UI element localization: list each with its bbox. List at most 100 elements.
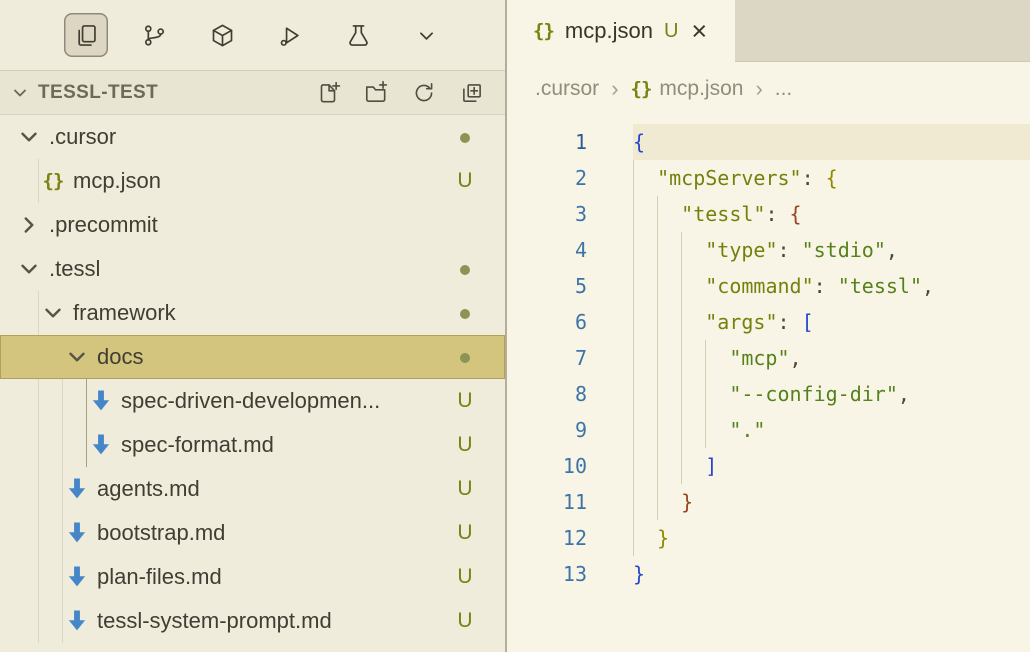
tree-item-agents-md[interactable]: agents.mdU: [0, 467, 505, 511]
indent-guide: [657, 412, 681, 448]
collapse-all-button[interactable]: [459, 80, 485, 106]
line-number: 8: [507, 376, 587, 412]
breadcrumb-separator: ›: [755, 76, 762, 102]
activity-bar: [0, 0, 505, 70]
code-line-11: 11}: [507, 484, 1030, 520]
activity-item-source-control[interactable]: [132, 13, 176, 57]
tree-indent-guide: [38, 555, 39, 599]
token-key: "args": [705, 310, 777, 334]
tree-item-bootstrap-md[interactable]: bootstrap.mdU: [0, 511, 505, 555]
tree-indent-guide: [38, 423, 39, 467]
code-line-content[interactable]: "type": "stdio",: [633, 232, 1030, 268]
code-line-content[interactable]: {: [633, 124, 1030, 160]
activity-item-testing[interactable]: [336, 13, 380, 57]
line-number: 6: [507, 304, 587, 340]
code-line-4: 4"type": "stdio",: [507, 232, 1030, 268]
token-key: "mcpServers": [657, 166, 802, 190]
code-line-content[interactable]: "--config-dir",: [633, 376, 1030, 412]
tree-item-label: spec-driven-developmen...: [121, 388, 449, 414]
tree-indent-guide: [62, 599, 63, 643]
source-control-icon: [141, 22, 168, 49]
explorer-icon: [73, 22, 100, 49]
code-line-content[interactable]: "mcp",: [633, 340, 1030, 376]
code-line-10: 10]: [507, 448, 1030, 484]
breadcrumb-item-[interactable]: ...: [775, 77, 793, 101]
activity-item-run-debug[interactable]: [268, 13, 312, 57]
token-key: "tessl": [681, 202, 765, 226]
modified-dot: [449, 125, 481, 149]
code-line-content[interactable]: ]: [633, 448, 1030, 484]
indent-guide: [633, 412, 657, 448]
indent-guide: [657, 196, 681, 232]
tree-item-label: .cursor: [49, 124, 449, 150]
new-folder-button[interactable]: [363, 80, 389, 106]
git-status-badge: U: [664, 20, 678, 43]
code-line-content[interactable]: "args": [: [633, 304, 1030, 340]
code-editor[interactable]: 1{2"mcpServers": {3"tessl": {4"type": "s…: [507, 116, 1030, 652]
token-bracket3: {: [790, 202, 802, 226]
indent-guide: [657, 304, 681, 340]
code-line-content[interactable]: }: [633, 484, 1030, 520]
code-line-13: 13}: [507, 556, 1030, 592]
indent-guide: [705, 340, 729, 376]
token-key: "command": [705, 274, 813, 298]
json-icon: {}: [533, 20, 554, 42]
activity-item-explorer[interactable]: [64, 13, 108, 57]
explorer-actions: [315, 80, 485, 106]
line-number: 9: [507, 412, 587, 448]
breadcrumb-item-mcp-json[interactable]: {}mcp.json: [631, 77, 744, 101]
tree-item-spec-driven-developmen[interactable]: spec-driven-developmen...U: [0, 379, 505, 423]
indent-guide: [657, 448, 681, 484]
run-debug-icon: [277, 22, 304, 49]
app-window: TESSL-TEST .cursor{}mcp.jsonU.precommit.…: [0, 0, 1030, 652]
line-number: 5: [507, 268, 587, 304]
token-punct: :: [777, 238, 801, 262]
tree-item-label: mcp.json: [73, 168, 449, 194]
tree-indent-guide: [38, 599, 39, 643]
more-icon: [413, 22, 440, 49]
tab-mcp-json[interactable]: {} mcp.json U ×: [507, 0, 735, 62]
code-line-content[interactable]: }: [633, 520, 1030, 556]
line-number: 10: [507, 448, 587, 484]
token-str: "--config-dir": [729, 382, 898, 406]
indent-guide: [657, 340, 681, 376]
chevron-down-icon: [10, 83, 30, 103]
tree-item-cursor[interactable]: .cursor: [0, 115, 505, 159]
tree-indent-guide: [62, 467, 63, 511]
workspace-title: TESSL-TEST: [38, 82, 315, 104]
activity-item-more[interactable]: [404, 13, 448, 57]
breadcrumb-separator: ›: [611, 76, 618, 102]
breadcrumb-label: .cursor: [535, 77, 599, 101]
new-file-button[interactable]: [315, 80, 341, 106]
breadcrumb-label: mcp.json: [659, 77, 743, 101]
tree-item-tessl-system-prompt-md[interactable]: tessl-system-prompt.mdU: [0, 599, 505, 643]
code-line-content[interactable]: ".": [633, 412, 1030, 448]
tree-indent-guide: [86, 423, 87, 467]
token-punct: :: [765, 202, 789, 226]
code-line-content[interactable]: }: [633, 556, 1030, 592]
code-line-content[interactable]: "mcpServers": {: [633, 160, 1030, 196]
explorer-section-header[interactable]: TESSL-TEST: [0, 70, 505, 115]
refresh-button[interactable]: [411, 80, 437, 106]
tree-item-tessl[interactable]: .tessl: [0, 247, 505, 291]
token-bracket3: }: [681, 490, 693, 514]
code-line-content[interactable]: "tessl": {: [633, 196, 1030, 232]
tree-item-mcp-json[interactable]: {}mcp.jsonU: [0, 159, 505, 203]
chevron-right-icon: [16, 212, 42, 238]
tree-item-plan-files-md[interactable]: plan-files.mdU: [0, 555, 505, 599]
tab-label: mcp.json: [565, 18, 653, 44]
line-number: 1: [507, 124, 587, 160]
tree-indent-guide: [62, 511, 63, 555]
tree-item-framework[interactable]: framework: [0, 291, 505, 335]
explorer-sidebar: TESSL-TEST .cursor {}mcp.jsonU.precommit.…: [0, 0, 507, 652]
file-tree: .cursor {}mcp.jsonU.precommit.tesslframew…: [0, 115, 505, 652]
token-bracket2: }: [657, 526, 669, 550]
tree-item-spec-format-md[interactable]: spec-format.mdU: [0, 423, 505, 467]
tree-item-docs[interactable]: docs: [0, 335, 505, 379]
tree-item-precommit[interactable]: .precommit: [0, 203, 505, 247]
breadcrumb-item-cursor[interactable]: .cursor: [535, 77, 599, 101]
activity-item-extensions[interactable]: [200, 13, 244, 57]
close-icon[interactable]: ×: [689, 18, 709, 45]
token-bracket1: [: [802, 310, 814, 334]
code-line-content[interactable]: "command": "tessl",: [633, 268, 1030, 304]
